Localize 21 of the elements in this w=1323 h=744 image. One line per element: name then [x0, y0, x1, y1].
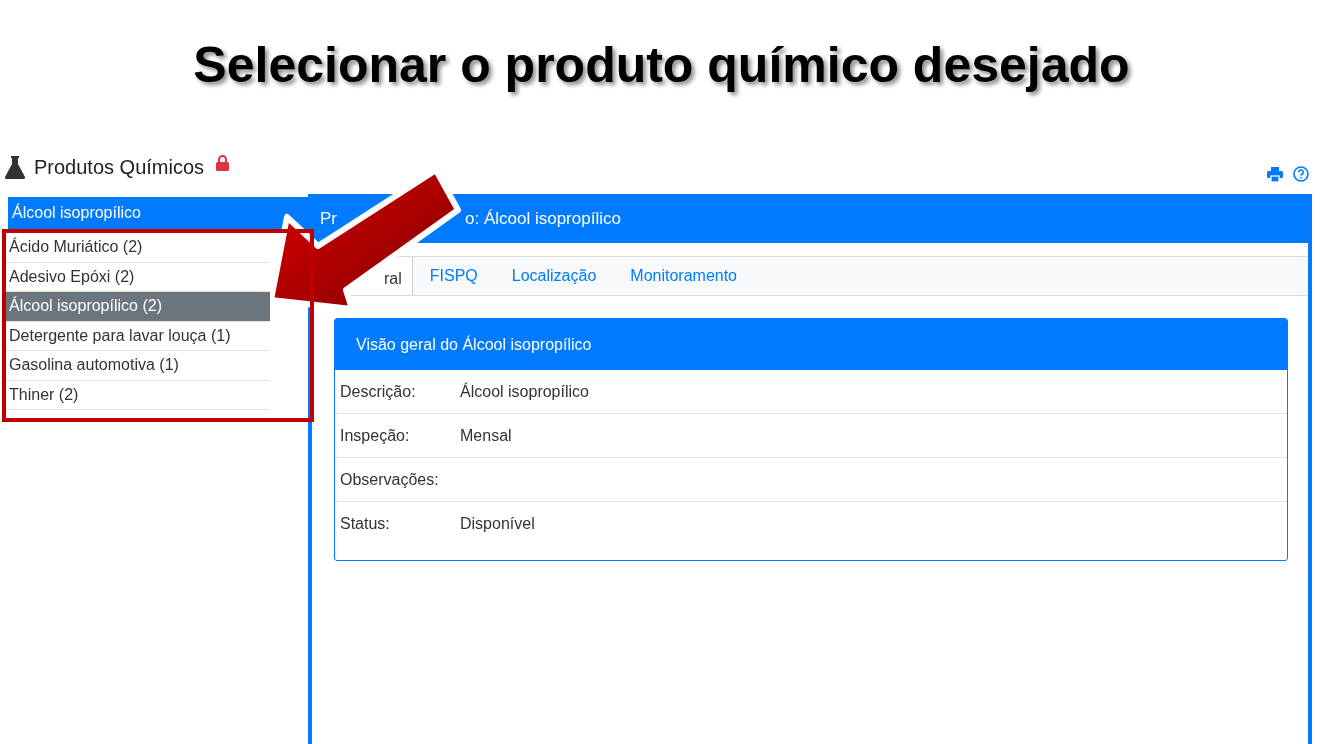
- field-value: Mensal: [460, 425, 512, 446]
- tab[interactable]: ral: [384, 271, 402, 287]
- tab[interactable]: FISPQ: [412, 257, 495, 295]
- field-label: Observações:: [339, 469, 440, 490]
- field-label: Descrição:: [339, 381, 417, 402]
- field-label: Inspeção:: [339, 425, 411, 446]
- flask-icon: [4, 155, 26, 179]
- sidebar-header: Álcool isopropílico: [8, 197, 308, 229]
- slide-title: Selecionar o produto químico desejado: [193, 36, 1130, 95]
- sidebar-item[interactable]: Álcool isopropílico (2): [6, 292, 270, 322]
- field-label: Status:: [339, 514, 391, 534]
- panel-title-fragment: Pr: [320, 207, 337, 230]
- card-header: Visão geral do Álcool isopropílico: [335, 319, 1287, 370]
- panel-title-fragment: o: Álcool isopropílico: [465, 207, 621, 230]
- tab[interactable]: Monitoramento: [613, 257, 754, 295]
- page-title: Produtos Químicos: [34, 155, 205, 180]
- help-icon[interactable]: [1293, 166, 1309, 182]
- tab[interactable]: Localização: [494, 257, 614, 295]
- field-value: Disponível: [460, 514, 535, 534]
- field-value: Álcool isopropílico: [460, 381, 589, 402]
- print-icon[interactable]: [1267, 166, 1283, 182]
